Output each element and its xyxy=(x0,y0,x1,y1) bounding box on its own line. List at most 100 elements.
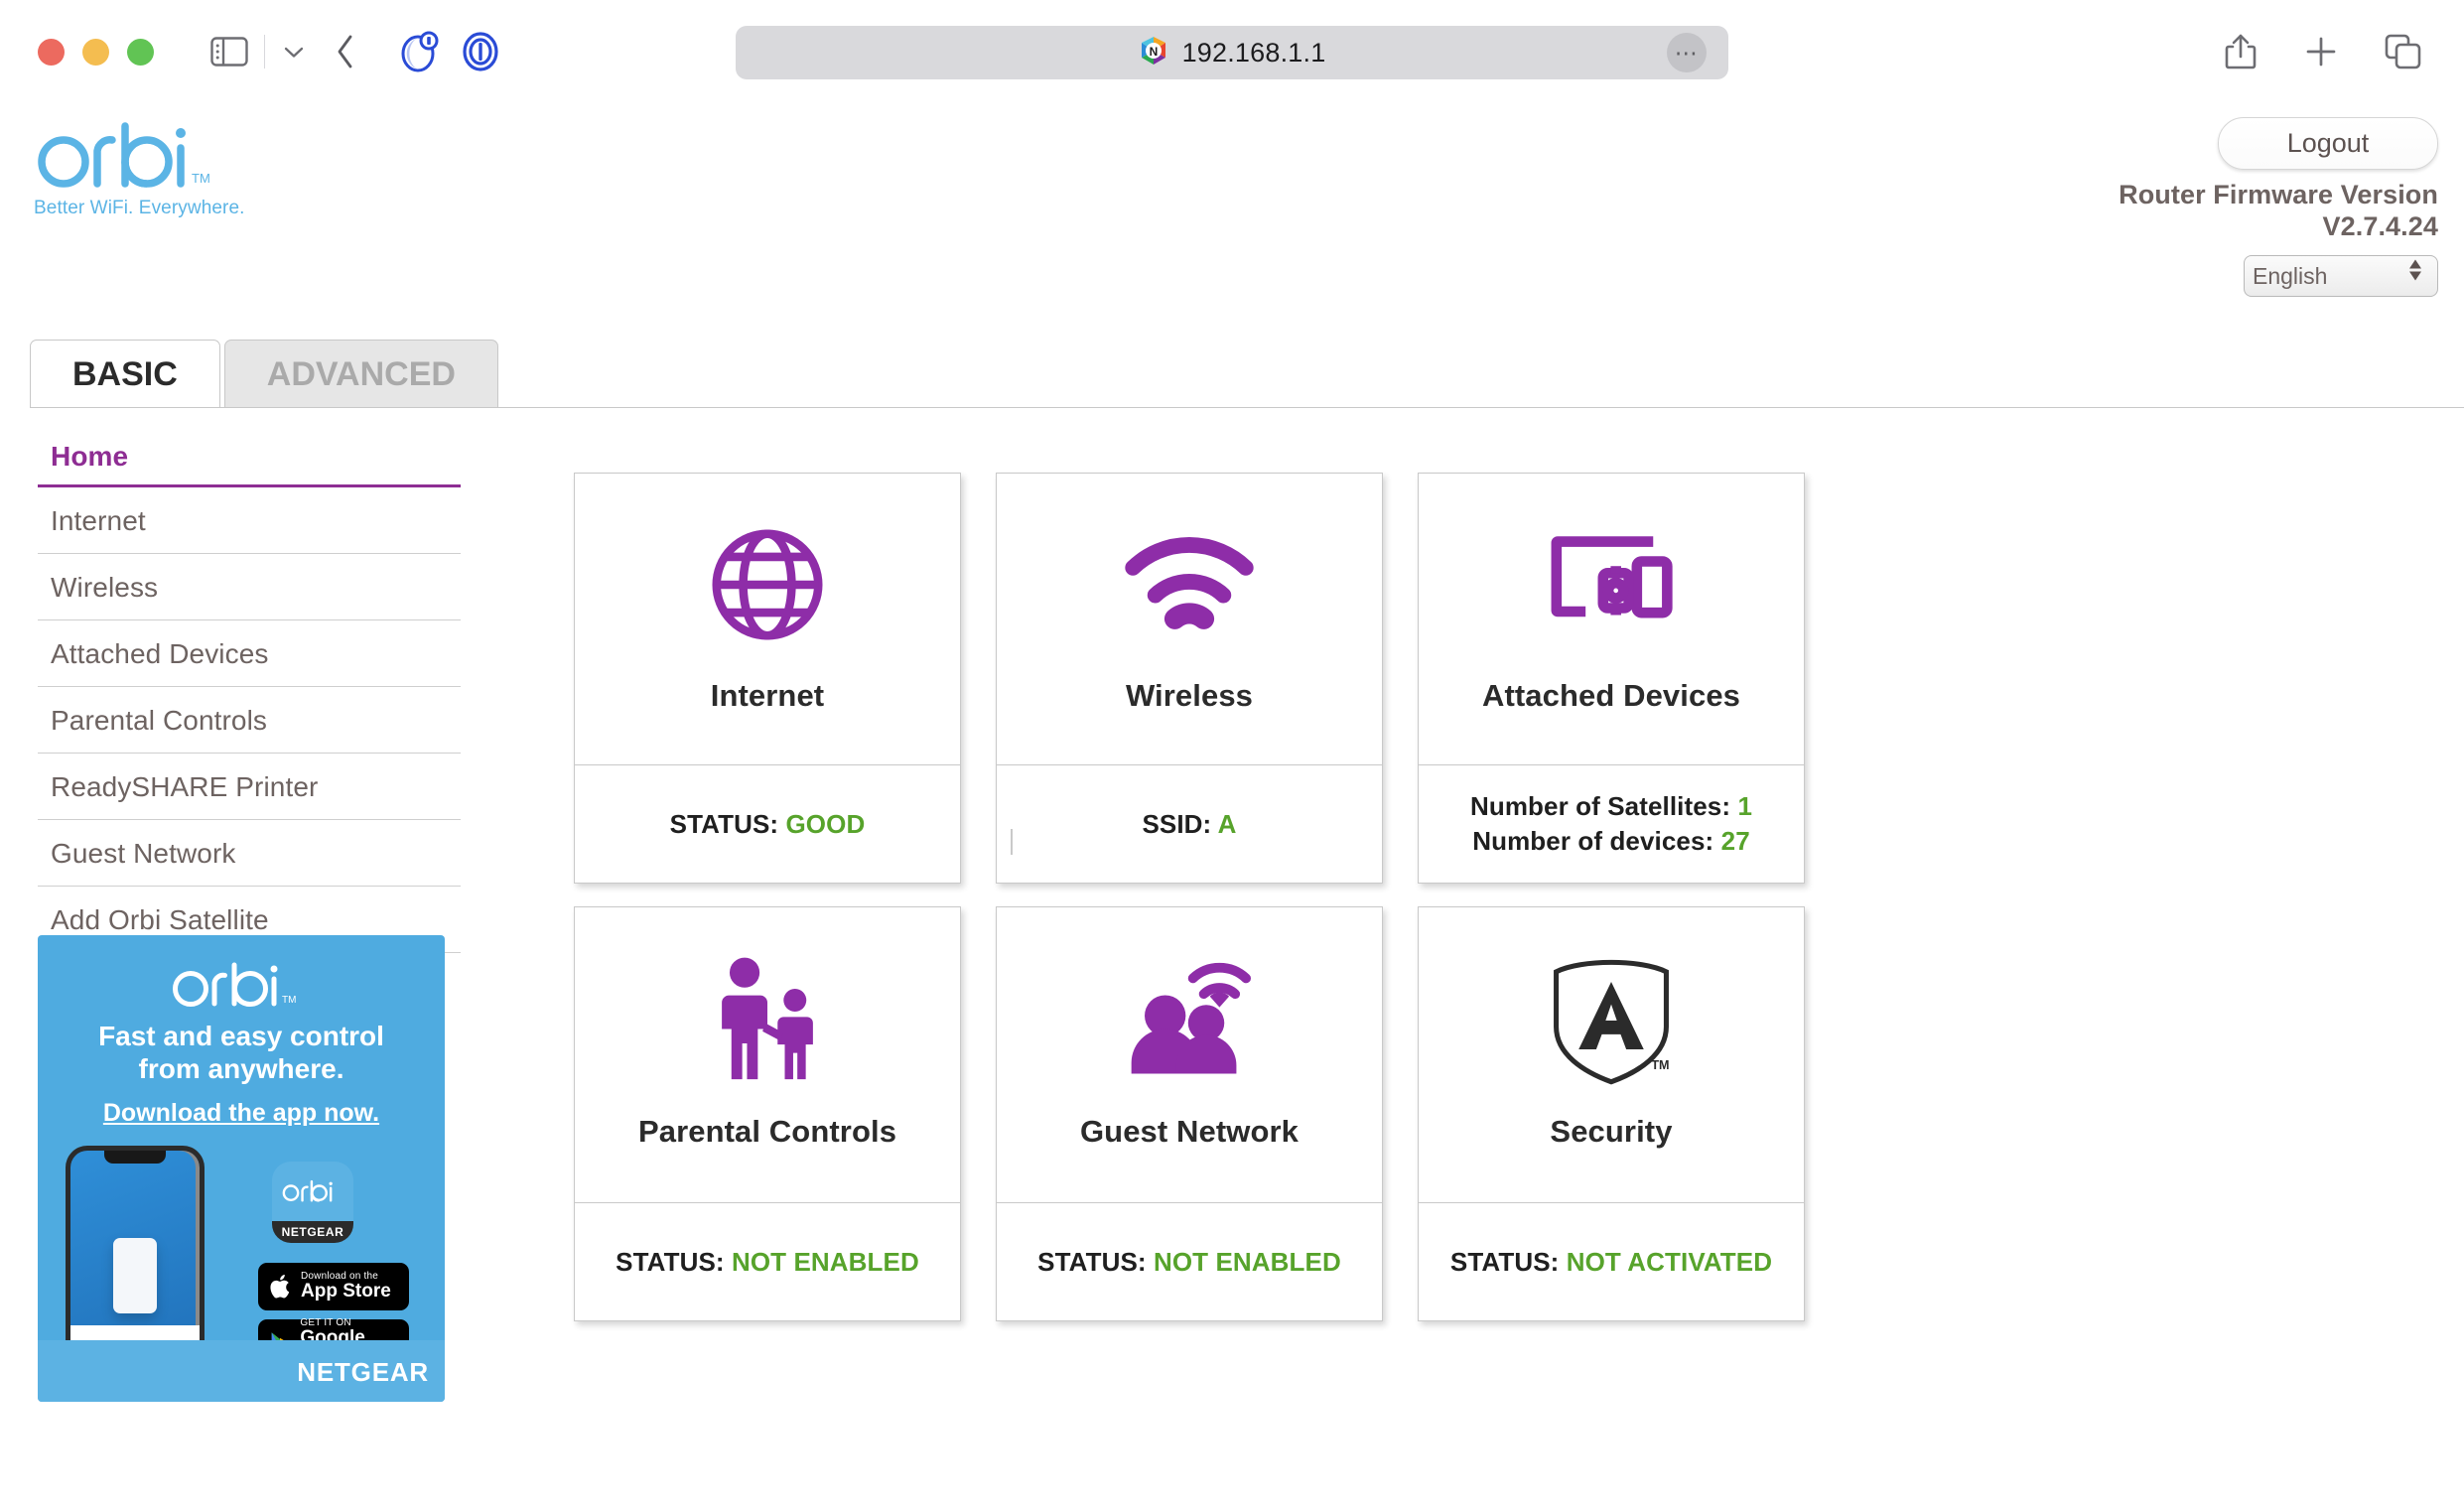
status-label: STATUS: xyxy=(669,808,779,839)
card-wireless-status: SSID: A xyxy=(997,765,1382,883)
armor-shield-a-icon: TM xyxy=(1549,953,1674,1088)
card-security[interactable]: TM Security STATUS: NOT ACTIVATED xyxy=(1418,906,1805,1321)
card-parental-controls-title: Parental Controls xyxy=(637,1113,897,1149)
address-bar[interactable]: N 192.168.1.1 ⋯ xyxy=(736,26,1728,79)
minimize-window-button[interactable] xyxy=(82,38,109,66)
header-right: Logout Router Firmware Version V2.7.4.24… xyxy=(2119,117,2438,297)
sidebar-nav: Home Internet Wireless Attached Devices … xyxy=(38,423,461,953)
orbi-tagline: Better WiFi. Everywhere. xyxy=(34,198,245,218)
card-parental-controls-status: STATUS: NOT ENABLED xyxy=(575,1203,960,1320)
status-value: NOT ENABLED xyxy=(1153,1246,1341,1277)
browser-window: N 192.168.1.1 ⋯ TM Better WiFi. Everywhe… xyxy=(0,0,2464,1509)
orbi-logo: TM xyxy=(38,122,210,188)
tabs-underline xyxy=(30,407,2464,408)
netgear-favicon: N xyxy=(1139,36,1168,70)
card-security-status: STATUS: NOT ACTIVATED xyxy=(1419,1203,1804,1320)
promo-headline-line1: Fast and easy control xyxy=(98,1021,384,1051)
chevron-down-icon[interactable] xyxy=(281,43,307,61)
phone-router-graphic xyxy=(113,1238,157,1313)
sidebar-toggle-icon[interactable] xyxy=(210,36,248,68)
plus-icon[interactable] xyxy=(2303,34,2339,69)
card-attached-devices-status: Number of Satellites: 1 Number of device… xyxy=(1419,765,1804,883)
status-row: STATUS: NOT ENABLED xyxy=(1037,1247,1341,1278)
devices-value: 27 xyxy=(1720,826,1750,856)
orbi-brand: TM Better WiFi. Everywhere. xyxy=(30,121,245,219)
card-parental-controls[interactable]: Parental Controls STATUS: NOT ENABLED xyxy=(574,906,961,1321)
status-label: STATUS: xyxy=(1037,1246,1147,1277)
toolbar-divider xyxy=(264,35,265,69)
status-row: STATUS: NOT ACTIVATED xyxy=(1450,1247,1772,1278)
promo-download-link[interactable]: Download the app now. xyxy=(38,1099,445,1128)
devices-icon xyxy=(1546,517,1677,652)
text-caret xyxy=(1011,829,1013,855)
satellites-value: 1 xyxy=(1737,791,1753,821)
promo-body: NETGEAR Download on the App Store GET IT… xyxy=(38,1146,445,1402)
ssid-row: SSID: A xyxy=(1142,809,1236,840)
maximize-window-button[interactable] xyxy=(127,38,154,66)
card-attached-devices-title: Attached Devices xyxy=(1481,677,1741,713)
app-store-large-label: App Store xyxy=(301,1281,391,1303)
privacy-extension-icon[interactable] xyxy=(460,30,501,73)
back-chevron-icon[interactable] xyxy=(333,33,358,70)
promo-headline: Fast and easy control from anywhere. xyxy=(38,1020,445,1085)
nightmode-extension-icon[interactable] xyxy=(398,30,440,73)
card-wireless[interactable]: Wireless SSID: A xyxy=(996,473,1383,884)
svg-text:TM: TM xyxy=(192,171,210,186)
sidebar-item-internet[interactable]: Internet xyxy=(38,487,461,554)
sidebar-item-home[interactable]: Home xyxy=(38,423,461,487)
card-internet[interactable]: Internet STATUS: GOOD xyxy=(574,473,961,884)
ssid-label: SSID: xyxy=(1142,808,1212,839)
status-value: GOOD xyxy=(785,808,866,839)
promo-orbi-logo: TM xyxy=(38,961,445,1012)
firmware-version-label: Router Firmware Version V2.7.4.24 xyxy=(2119,180,2438,243)
window-traffic-lights xyxy=(38,38,154,66)
promo-netgear-label: NETGEAR xyxy=(297,1357,429,1387)
card-guest-network-title: Guest Network xyxy=(1079,1113,1300,1149)
sidebar-item-attached-devices[interactable]: Attached Devices xyxy=(38,620,461,687)
promo-headline-line2: from anywhere. xyxy=(138,1053,344,1085)
sidebar-item-parental-controls[interactable]: Parental Controls xyxy=(38,687,461,754)
toolbar-right-actions xyxy=(2224,32,2422,71)
phone-notch xyxy=(104,1151,166,1164)
guest-users-wifi-icon xyxy=(1126,953,1253,1088)
orbi-app-promo-banner[interactable]: TM Fast and easy control from anywhere. … xyxy=(38,935,445,1402)
browser-toolbar: N 192.168.1.1 ⋯ xyxy=(0,0,2464,103)
address-bar-container: N 192.168.1.1 ⋯ xyxy=(736,26,1728,79)
status-label: STATUS: xyxy=(616,1246,725,1277)
close-window-button[interactable] xyxy=(38,38,65,66)
language-select[interactable]: English xyxy=(2244,254,2438,297)
section-tabs: BASIC ADVANCED xyxy=(30,340,498,408)
card-wireless-top: Wireless xyxy=(997,474,1382,765)
apple-icon xyxy=(270,1275,290,1299)
card-security-top: TM Security xyxy=(1419,907,1804,1203)
card-internet-title: Internet xyxy=(710,677,825,713)
devices-label: Number of devices: xyxy=(1472,826,1714,856)
sidebar-item-wireless[interactable]: Wireless xyxy=(38,554,461,620)
logout-button[interactable]: Logout xyxy=(2218,117,2438,170)
status-label: STATUS: xyxy=(1449,1246,1560,1277)
share-icon[interactable] xyxy=(2224,32,2258,71)
tab-basic[interactable]: BASIC xyxy=(30,340,220,408)
tab-advanced[interactable]: ADVANCED xyxy=(223,340,498,408)
dashboard-card-grid: Internet STATUS: GOOD Wireless SSID: A A… xyxy=(574,473,1805,1321)
card-attached-devices[interactable]: Attached Devices Number of Satellites: 1… xyxy=(1418,473,1805,884)
svg-text:TM: TM xyxy=(1651,1058,1669,1072)
svg-text:TM: TM xyxy=(282,995,296,1006)
address-text: 192.168.1.1 xyxy=(1181,37,1326,68)
card-internet-status: STATUS: GOOD xyxy=(575,765,960,883)
router-admin-page: TM Better WiFi. Everywhere. Logout Route… xyxy=(0,103,2464,1509)
card-guest-network[interactable]: Guest Network STATUS: NOT ENABLED xyxy=(996,906,1383,1321)
status-value: NOT ENABLED xyxy=(731,1246,919,1277)
app-store-badge[interactable]: Download on the App Store xyxy=(258,1263,409,1310)
parent-child-icon xyxy=(712,953,823,1088)
card-guest-network-status: STATUS: NOT ENABLED xyxy=(997,1203,1382,1320)
wifi-icon xyxy=(1124,517,1255,652)
card-attached-devices-top: Attached Devices xyxy=(1419,474,1804,765)
tab-overview-icon[interactable] xyxy=(2385,34,2422,69)
address-more-button[interactable]: ⋯ xyxy=(1667,33,1707,72)
sidebar-item-readyshare-printer[interactable]: ReadySHARE Printer xyxy=(38,754,461,820)
firmware-version-line2: V2.7.4.24 xyxy=(2322,210,2438,241)
svg-text:N: N xyxy=(1149,45,1158,59)
sidebar-item-guest-network[interactable]: Guest Network xyxy=(38,820,461,887)
status-row: STATUS: NOT ENABLED xyxy=(616,1247,919,1278)
